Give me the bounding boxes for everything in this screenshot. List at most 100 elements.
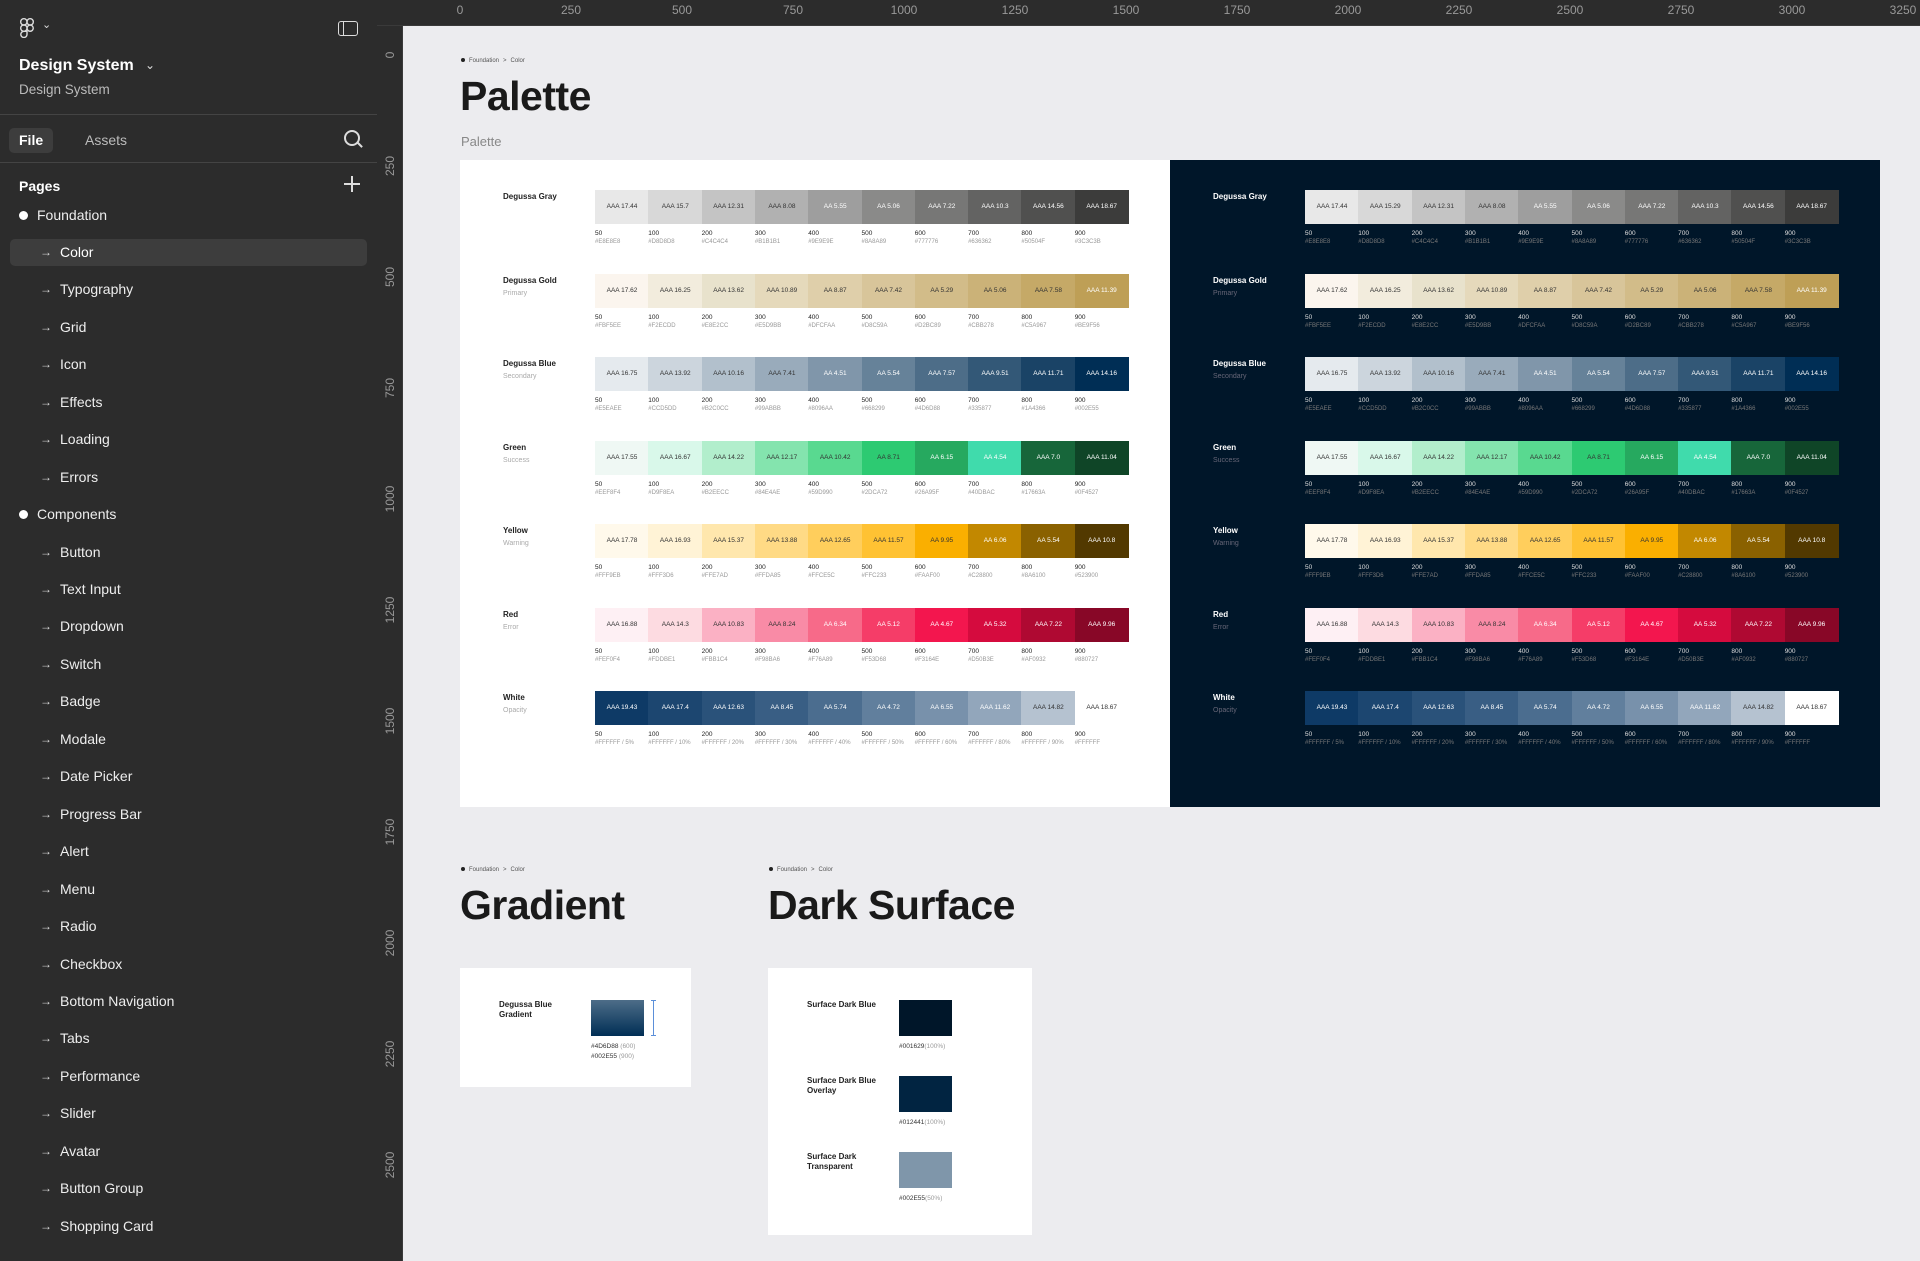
color-swatch[interactable]: AAA 17.44 bbox=[1305, 190, 1359, 224]
color-swatch[interactable]: AAA 10.83 bbox=[701, 607, 756, 642]
color-swatch[interactable]: AAA 18.67 bbox=[1784, 691, 1839, 725]
color-swatch[interactable]: AAA 14.22 bbox=[1411, 440, 1466, 475]
page-item-text-input[interactable]: → Text Input bbox=[10, 576, 367, 603]
color-swatch[interactable]: AA 5.32 bbox=[1678, 607, 1733, 642]
color-swatch[interactable]: AA 6.15 bbox=[914, 440, 969, 475]
page-item-progress-bar[interactable]: → Progress Bar bbox=[10, 801, 367, 828]
color-swatch[interactable]: AAA 11.62 bbox=[968, 691, 1023, 725]
page-item-tabs[interactable]: → Tabs bbox=[10, 1025, 367, 1052]
color-swatch[interactable]: AAA 7.0 bbox=[1731, 440, 1786, 475]
color-swatch[interactable]: AA 5.06 bbox=[1678, 273, 1733, 308]
color-swatch[interactable]: AAA 10.83 bbox=[1411, 607, 1466, 642]
color-swatch[interactable]: AAA 7.57 bbox=[914, 357, 969, 391]
color-swatch[interactable]: AAA 16.93 bbox=[1358, 524, 1413, 558]
color-swatch[interactable]: AAA 17.55 bbox=[595, 440, 649, 475]
color-swatch[interactable]: AAA 11.71 bbox=[1731, 357, 1786, 391]
color-swatch[interactable]: AAA 11.71 bbox=[1021, 357, 1076, 391]
page-item-switch[interactable]: → Switch bbox=[10, 651, 367, 678]
color-swatch[interactable]: AA 5.06 bbox=[968, 273, 1023, 308]
color-swatch[interactable]: AAA 13.62 bbox=[1411, 273, 1466, 308]
page-item-date-picker[interactable]: → Date Picker bbox=[10, 763, 367, 790]
color-swatch[interactable]: AAA 14.56 bbox=[1731, 190, 1786, 224]
color-swatch[interactable]: AA 5.54 bbox=[1571, 357, 1626, 391]
color-swatch[interactable]: AA 6.34 bbox=[1518, 607, 1573, 642]
color-swatch[interactable]: AAA 13.92 bbox=[1358, 357, 1413, 391]
color-swatch[interactable]: AAA 12.65 bbox=[1518, 524, 1573, 558]
color-swatch[interactable]: AAA 16.75 bbox=[595, 357, 649, 391]
page-item-loading[interactable]: → Loading bbox=[10, 426, 367, 453]
page-item-button[interactable]: → Button bbox=[10, 539, 367, 566]
color-swatch[interactable]: AA 4.54 bbox=[1678, 440, 1733, 475]
color-swatch[interactable]: AA 5.74 bbox=[1518, 691, 1573, 725]
color-swatch[interactable]: AA 5.12 bbox=[1571, 607, 1626, 642]
color-swatch[interactable]: AA 4.67 bbox=[1624, 607, 1679, 642]
color-swatch[interactable]: AAA 10.42 bbox=[808, 440, 863, 475]
color-swatch[interactable]: AAA 10.42 bbox=[1518, 440, 1573, 475]
color-swatch[interactable]: AAA 19.43 bbox=[1305, 691, 1359, 725]
color-swatch[interactable]: AA 4.51 bbox=[808, 357, 863, 391]
color-swatch[interactable]: AA 9.95 bbox=[1624, 524, 1679, 558]
main-menu-button[interactable]: ⌄ bbox=[20, 18, 54, 38]
page-item-performance[interactable]: → Performance bbox=[10, 1063, 367, 1090]
surface-swatch[interactable] bbox=[899, 1076, 952, 1112]
color-swatch[interactable]: AAA 16.67 bbox=[648, 440, 703, 475]
color-swatch[interactable]: AAA 10.3 bbox=[968, 190, 1023, 224]
gradient-swatch[interactable] bbox=[591, 1000, 644, 1036]
page-item-shopping-card[interactable]: → Shopping Card bbox=[10, 1213, 367, 1240]
color-swatch[interactable]: AAA 12.63 bbox=[1411, 691, 1466, 725]
color-swatch[interactable]: AAA 16.25 bbox=[648, 273, 703, 308]
color-swatch[interactable]: AA 6.55 bbox=[914, 691, 969, 725]
color-swatch[interactable]: AAA 10.8 bbox=[1074, 524, 1129, 558]
color-swatch[interactable]: AAA 15.37 bbox=[1411, 524, 1466, 558]
color-swatch[interactable]: AAA 7.22 bbox=[914, 190, 969, 224]
surface-swatch[interactable] bbox=[899, 1152, 952, 1188]
toggle-sidebar-icon[interactable] bbox=[338, 21, 358, 36]
color-swatch[interactable]: AAA 10.16 bbox=[1411, 357, 1466, 391]
color-swatch[interactable]: AAA 14.3 bbox=[648, 607, 703, 642]
color-swatch[interactable]: AA 8.71 bbox=[861, 440, 916, 475]
color-swatch[interactable]: AAA 16.88 bbox=[1305, 607, 1359, 642]
color-swatch[interactable]: AAA 9.96 bbox=[1074, 607, 1129, 642]
color-swatch[interactable]: AAA 9.51 bbox=[968, 357, 1023, 391]
color-swatch[interactable]: AA 4.67 bbox=[914, 607, 969, 642]
color-swatch[interactable]: AAA 10.8 bbox=[1784, 524, 1839, 558]
page-item-dropdown[interactable]: → Dropdown bbox=[10, 613, 367, 640]
color-swatch[interactable]: AAA 11.04 bbox=[1784, 440, 1839, 475]
color-swatch[interactable]: AA 8.71 bbox=[1571, 440, 1626, 475]
color-swatch[interactable]: AAA 10.89 bbox=[754, 273, 809, 308]
color-swatch[interactable]: AA 6.06 bbox=[1678, 524, 1733, 558]
add-page-icon[interactable] bbox=[344, 176, 360, 192]
color-swatch[interactable]: AAA 13.88 bbox=[1464, 524, 1519, 558]
page-item-effects[interactable]: → Effects bbox=[10, 389, 367, 416]
palette-frame-dark[interactable]: Degussa Gray AAA 17.44 50 #E8E8E8 AAA 15.29 1… bbox=[1170, 160, 1880, 807]
color-swatch[interactable]: AAA 7.57 bbox=[1624, 357, 1679, 391]
page-item-foundation[interactable]: Foundation bbox=[10, 202, 367, 229]
color-swatch[interactable]: AA 9.95 bbox=[914, 524, 969, 558]
color-swatch[interactable]: AAA 14.16 bbox=[1074, 357, 1129, 391]
page-item-modale[interactable]: → Modale bbox=[10, 726, 367, 753]
page-item-grid[interactable]: → Grid bbox=[10, 314, 367, 341]
color-swatch[interactable]: AAA 11.57 bbox=[1571, 524, 1626, 558]
color-swatch[interactable]: AA 4.72 bbox=[861, 691, 916, 725]
color-swatch[interactable]: AAA 7.41 bbox=[754, 357, 809, 391]
color-swatch[interactable]: AA 6.34 bbox=[808, 607, 863, 642]
color-swatch[interactable]: AAA 11.39 bbox=[1784, 273, 1839, 308]
color-swatch[interactable]: AAA 17.44 bbox=[595, 190, 649, 224]
color-swatch[interactable]: AAA 16.25 bbox=[1358, 273, 1413, 308]
color-swatch[interactable]: AAA 10.89 bbox=[1464, 273, 1519, 308]
color-swatch[interactable]: AAA 9.51 bbox=[1678, 357, 1733, 391]
surface-swatch[interactable] bbox=[899, 1000, 952, 1036]
color-swatch[interactable]: AAA 7.0 bbox=[1021, 440, 1076, 475]
color-swatch[interactable]: AA 5.32 bbox=[968, 607, 1023, 642]
color-swatch[interactable]: AAA 13.62 bbox=[701, 273, 756, 308]
page-item-errors[interactable]: → Errors bbox=[10, 464, 367, 491]
file-title[interactable]: Design System bbox=[19, 57, 134, 75]
color-swatch[interactable]: AA 5.55 bbox=[808, 190, 863, 224]
color-swatch[interactable]: AA 6.15 bbox=[1624, 440, 1679, 475]
color-swatch[interactable]: AAA 12.31 bbox=[701, 190, 756, 224]
color-swatch[interactable]: AAA 7.22 bbox=[1021, 607, 1076, 642]
color-swatch[interactable]: AA 5.12 bbox=[861, 607, 916, 642]
page-item-checkbox[interactable]: → Checkbox bbox=[10, 951, 367, 978]
color-swatch[interactable]: AAA 7.42 bbox=[1571, 273, 1626, 308]
color-swatch[interactable]: AA 8.45 bbox=[1464, 691, 1519, 725]
